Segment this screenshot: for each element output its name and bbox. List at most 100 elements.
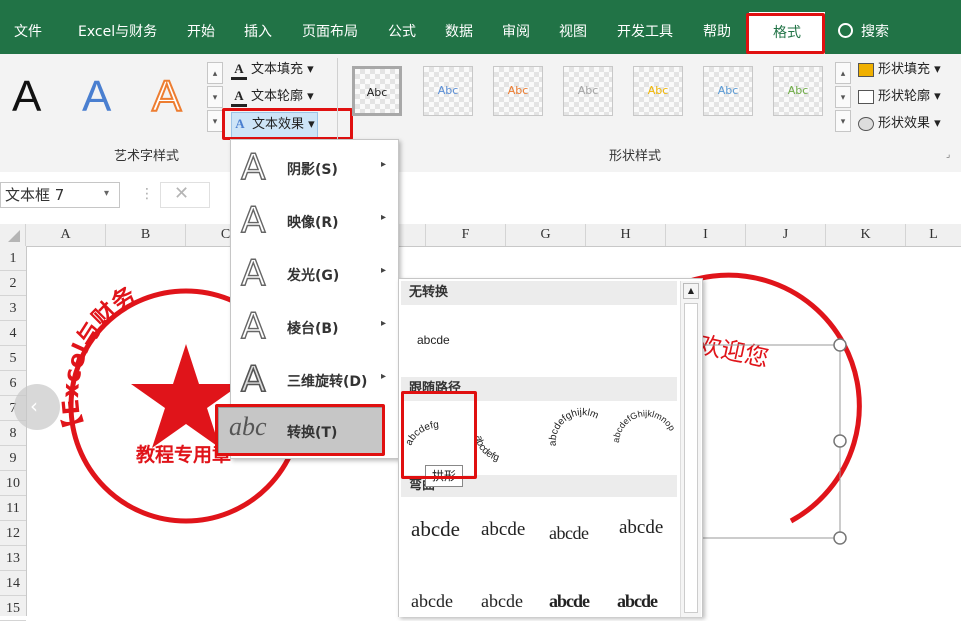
menu-item-glow[interactable]: A 发光(G) ▸ bbox=[231, 248, 398, 301]
tab-data[interactable]: 数据 bbox=[443, 14, 475, 48]
shape-effects-button[interactable]: 形状效果 ▾ bbox=[858, 112, 941, 136]
text-fill-button[interactable]: A 文本填充 ▾ bbox=[231, 58, 314, 82]
shape-style-thumb-7[interactable]: Abc bbox=[773, 66, 823, 116]
no-transform-sample: abcde bbox=[417, 333, 450, 347]
warp-option-7[interactable]: abcde bbox=[549, 591, 590, 612]
menu-item-transform[interactable]: abc 转换(T) bbox=[218, 407, 385, 455]
row-header-14[interactable]: 14 bbox=[0, 571, 26, 596]
wordart-style-blue[interactable]: A bbox=[82, 72, 111, 122]
shape-thumb-text: Abc bbox=[647, 84, 669, 97]
column-header-l[interactable]: L bbox=[906, 224, 961, 246]
shape-style-thumb-2[interactable]: Abc bbox=[423, 66, 473, 116]
menu-item-label: 三维旋转(D) bbox=[287, 374, 368, 390]
row-header-11[interactable]: 11 bbox=[0, 496, 26, 521]
search-icon bbox=[838, 22, 853, 38]
column-header-b[interactable]: B bbox=[106, 224, 186, 246]
column-header-k[interactable]: K bbox=[826, 224, 906, 246]
submenu-arrow-icon: ▸ bbox=[380, 265, 386, 276]
column-header-f[interactable]: F bbox=[426, 224, 506, 246]
follow-path-arch-down[interactable]: abcdefg bbox=[473, 435, 501, 464]
formula-cancel-button[interactable]: ✕ bbox=[160, 182, 210, 208]
no-transform-option[interactable]: abcde bbox=[407, 311, 477, 371]
column-header-i[interactable]: I bbox=[666, 224, 746, 246]
shape-style-thumb-5[interactable]: Abc bbox=[633, 66, 683, 116]
resize-handle-middle-right[interactable] bbox=[833, 434, 847, 448]
tab-insert[interactable]: 插入 bbox=[242, 14, 274, 48]
shape-fill-button[interactable]: 形状填充 ▾ bbox=[858, 58, 941, 82]
row-header-12[interactable]: 12 bbox=[0, 521, 26, 546]
scroll-up-icon[interactable]: ▲ bbox=[683, 283, 699, 299]
row-header-13[interactable]: 13 bbox=[0, 546, 26, 571]
tab-review[interactable]: 审阅 bbox=[500, 14, 532, 48]
text-outline-button[interactable]: A 文本轮廓 ▾ bbox=[231, 85, 314, 109]
shape-outline-button[interactable]: 形状轮廓 ▾ bbox=[858, 85, 941, 109]
svg-text:abcdefGhijklmnop: abcdefGhijklmnop bbox=[611, 408, 677, 443]
follow-path-button[interactable]: abcdefGhijklmnop bbox=[611, 408, 677, 443]
submenu-scrollbar[interactable]: ▲ bbox=[680, 281, 701, 617]
search-box[interactable]: 搜索 bbox=[836, 14, 891, 48]
tab-formulas[interactable]: 公式 bbox=[386, 14, 418, 48]
shape-outline-label: 形状轮廓 bbox=[878, 89, 931, 104]
tab-excel-finance[interactable]: Excel与财务 bbox=[76, 14, 159, 48]
tooltip: 拱形 bbox=[425, 465, 464, 487]
tab-format[interactable]: 格式 bbox=[749, 12, 825, 54]
resize-handle-bottom-right[interactable] bbox=[833, 531, 847, 545]
wordart-gallery-down[interactable]: ▾ bbox=[207, 86, 223, 108]
wordart-style-orange-outline[interactable]: A bbox=[151, 71, 182, 122]
stamp-arc-text: 【Excel与财务 bbox=[58, 282, 141, 442]
warp-option-2[interactable]: abcde bbox=[481, 519, 525, 541]
row-header-9[interactable]: 9 bbox=[0, 446, 26, 471]
tab-view[interactable]: 视图 bbox=[557, 14, 589, 48]
wordart-style-black[interactable]: A bbox=[12, 72, 41, 122]
row-header-5[interactable]: 5 bbox=[0, 346, 26, 371]
select-all-corner[interactable] bbox=[0, 224, 26, 246]
menu-item-shadow[interactable]: A 阴影(S) ▸ bbox=[231, 142, 398, 195]
shape-style-thumb-6[interactable]: Abc bbox=[703, 66, 753, 116]
column-header-a[interactable]: A bbox=[26, 224, 106, 246]
resize-handle-top-right[interactable] bbox=[833, 338, 847, 352]
column-header-j[interactable]: J bbox=[746, 224, 826, 246]
warp-option-5[interactable]: abcde bbox=[411, 591, 453, 612]
shape-style-thumb-4[interactable]: Abc bbox=[563, 66, 613, 116]
column-header-g[interactable]: G bbox=[506, 224, 586, 246]
menu-item-reflection[interactable]: A 映像(R) ▸ bbox=[231, 195, 398, 248]
tab-page-layout[interactable]: 页面布局 bbox=[300, 14, 360, 48]
tab-developer[interactable]: 开发工具 bbox=[615, 14, 675, 48]
warp-option-3[interactable]: abcde bbox=[549, 523, 589, 544]
shape-gallery-down[interactable]: ▾ bbox=[835, 86, 851, 108]
row-header-10[interactable]: 10 bbox=[0, 471, 26, 496]
menu-item-3d-rotation[interactable]: A 三维旋转(D) ▸ bbox=[231, 354, 398, 407]
name-box-dropdown-icon[interactable]: ▾ bbox=[104, 188, 109, 199]
row-header-15[interactable]: 15 bbox=[0, 596, 26, 621]
warp-option-1[interactable]: abcde bbox=[411, 517, 460, 542]
shape-gallery-up[interactable]: ▴ bbox=[835, 62, 851, 84]
tab-help[interactable]: 帮助 bbox=[701, 14, 733, 48]
stamp-bottom-text: 教程专用章 bbox=[136, 443, 231, 466]
previous-slide-button[interactable]: ‹ bbox=[14, 384, 60, 430]
text-fill-label: 文本填充 bbox=[251, 62, 304, 77]
svg-text:abcdefg: abcdefg bbox=[404, 419, 440, 447]
warp-option-4[interactable]: abcde bbox=[619, 517, 663, 539]
menu-item-bevel[interactable]: A 棱台(B) ▸ bbox=[231, 301, 398, 354]
scrollbar-thumb[interactable] bbox=[684, 303, 698, 613]
tab-home[interactable]: 开始 bbox=[185, 14, 217, 48]
follow-path-circle[interactable]: abcdefghijklm bbox=[548, 407, 601, 446]
follow-path-arch[interactable]: abcdefg bbox=[404, 419, 440, 447]
row-header-1[interactable]: 1 bbox=[0, 246, 26, 271]
textbox-selection-frame[interactable] bbox=[699, 344, 841, 539]
dialog-launcher-icon[interactable]: ⌟ bbox=[946, 150, 950, 160]
text-effects-button[interactable]: A 文本效果 ▾ bbox=[231, 112, 318, 138]
name-box[interactable]: 文本框 7 bbox=[0, 182, 120, 208]
shape-gallery-more[interactable]: ▾ bbox=[835, 110, 851, 132]
warp-option-8[interactable]: abcde bbox=[617, 591, 658, 612]
shape-style-thumb-3[interactable]: Abc bbox=[493, 66, 543, 116]
shape-style-thumb-1[interactable]: Abc bbox=[352, 66, 402, 116]
wordart-gallery-up[interactable]: ▴ bbox=[207, 62, 223, 84]
row-header-4[interactable]: 4 bbox=[0, 321, 26, 346]
wordart-gallery-more[interactable]: ▾ bbox=[207, 110, 223, 132]
row-header-2[interactable]: 2 bbox=[0, 271, 26, 296]
column-header-h[interactable]: H bbox=[586, 224, 666, 246]
tab-file[interactable]: 文件 bbox=[12, 14, 44, 48]
row-header-3[interactable]: 3 bbox=[0, 296, 26, 321]
warp-option-6[interactable]: abcde bbox=[481, 591, 523, 612]
